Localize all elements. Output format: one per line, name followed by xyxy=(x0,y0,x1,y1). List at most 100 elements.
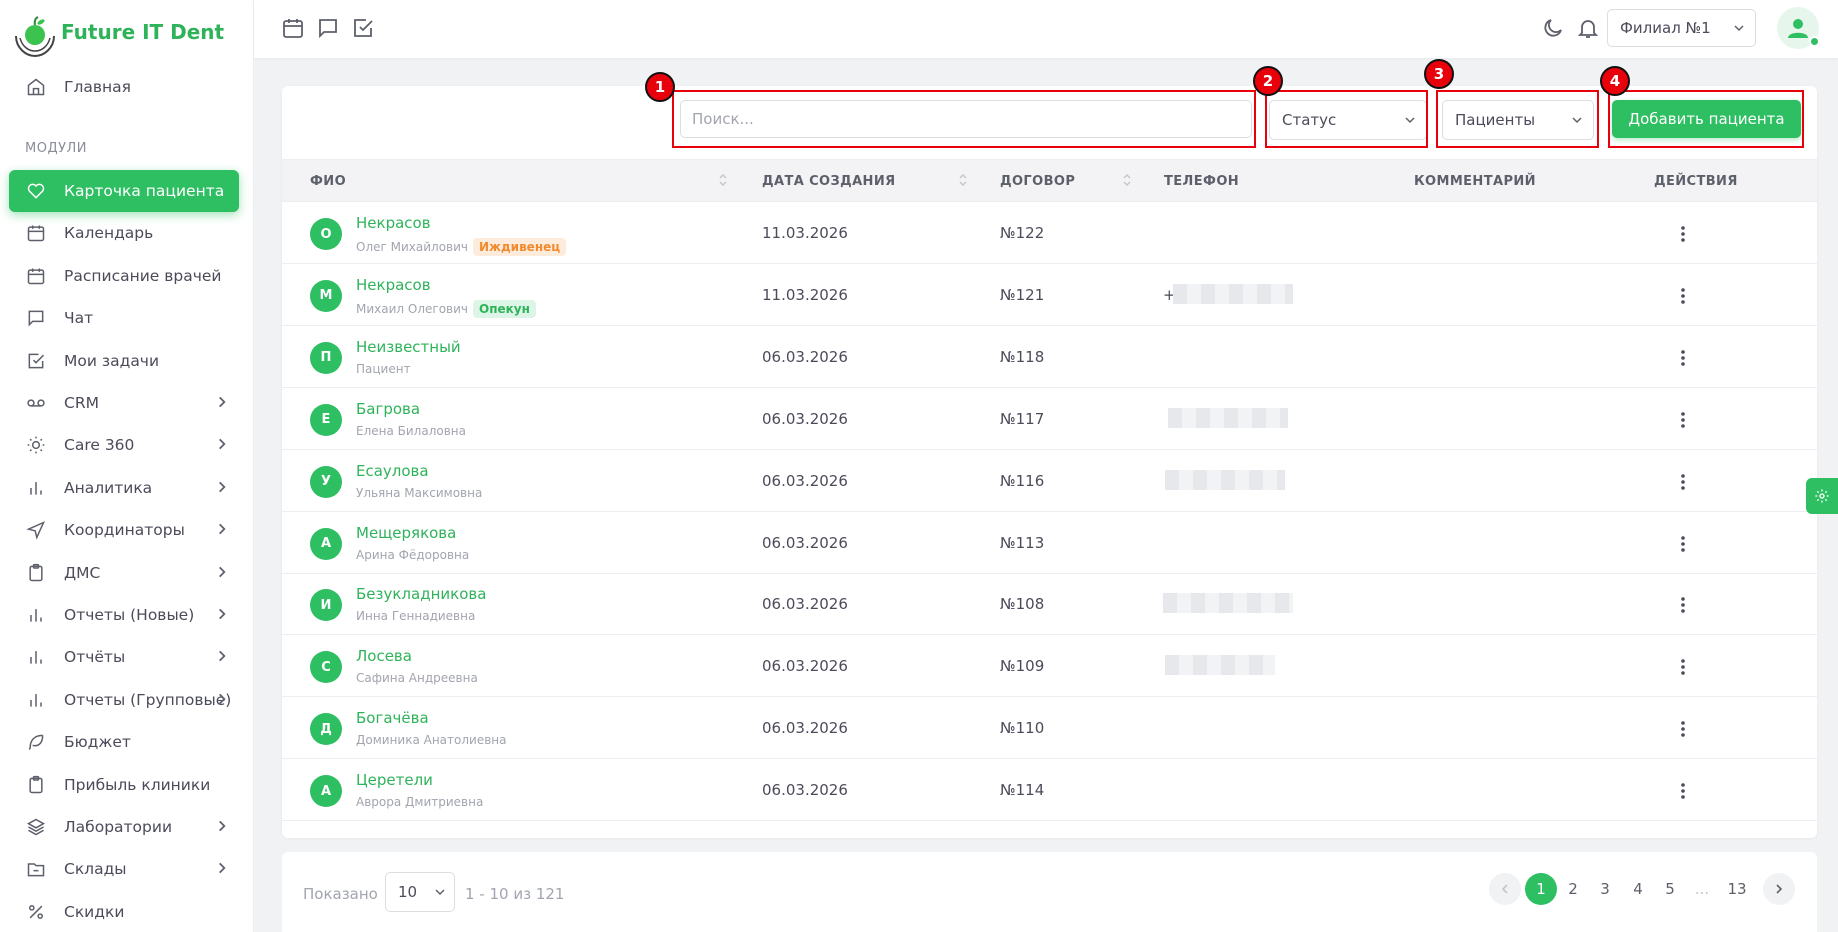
more-actions-icon[interactable] xyxy=(1680,595,1686,615)
patient-name-link[interactable]: Мещерякова xyxy=(356,524,456,542)
settings-tab[interactable] xyxy=(1806,478,1838,514)
logo[interactable] xyxy=(12,14,58,60)
more-actions-icon[interactable] xyxy=(1680,719,1686,739)
sidebar-item-14[interactable]: Прибыль клиники xyxy=(9,764,239,806)
patient-name-link[interactable]: Некрасов xyxy=(356,214,431,232)
created-date: 06.03.2026 xyxy=(762,533,848,552)
more-actions-icon[interactable] xyxy=(1680,286,1686,306)
patient-subtitle: Арина Фёдоровна xyxy=(356,548,469,562)
contract-number: №117 xyxy=(1000,409,1045,428)
sort-icon[interactable] xyxy=(1122,172,1132,188)
chevron-right-icon xyxy=(219,693,226,705)
sidebar-item-2[interactable]: Расписание врачей xyxy=(9,255,239,297)
patient-name-link[interactable]: Багрова xyxy=(356,400,420,418)
more-actions-icon[interactable] xyxy=(1680,348,1686,368)
next-page-button[interactable] xyxy=(1763,873,1795,905)
sidebar-item-4[interactable]: Мои задачи xyxy=(9,340,239,382)
shown-label: Показано xyxy=(303,885,378,903)
contract-number: №122 xyxy=(1000,224,1045,242)
table-row[interactable]: П Неизвестный Пациент 06.03.2026 №118 xyxy=(282,326,1817,388)
sidebar-item-0[interactable]: Карточка пациента xyxy=(9,170,239,212)
sidebar-item-1[interactable]: Календарь xyxy=(9,212,239,254)
created-date: 06.03.2026 xyxy=(762,471,848,490)
sidebar-item-5[interactable]: CRM xyxy=(9,382,239,424)
sort-icon[interactable] xyxy=(718,172,728,188)
patient-name-link[interactable]: Церетели xyxy=(356,771,433,789)
calendar-icon[interactable] xyxy=(281,16,305,40)
sidebar-item-13[interactable]: Бюджет xyxy=(9,721,239,763)
folder-icon xyxy=(25,858,47,880)
clipboard-icon xyxy=(25,562,47,584)
sidebar-item-11[interactable]: Отчёты xyxy=(9,636,239,678)
more-actions-icon[interactable] xyxy=(1680,224,1686,244)
patients-card: Статус Пациенты Добавить пациента 1 2 3 … xyxy=(282,59,1817,838)
more-actions-icon[interactable] xyxy=(1680,781,1686,801)
page-button-1[interactable]: 1 xyxy=(1525,873,1557,905)
feather-icon xyxy=(25,731,47,753)
column-header-name[interactable]: ФИО xyxy=(310,174,346,189)
table-row[interactable]: С Лосева Сафина Андреевна 06.03.2026 №109 xyxy=(282,635,1817,698)
table-row[interactable]: А Церетели Аврора Дмитриевна 06.03.2026 №114 xyxy=(282,759,1817,822)
page-button-5[interactable]: 5 xyxy=(1654,873,1686,905)
column-header-contract[interactable]: ДОГОВОР xyxy=(1000,174,1075,189)
page-button-4[interactable]: 4 xyxy=(1622,873,1654,905)
calendar-icon xyxy=(25,222,47,244)
created-date: 06.03.2026 xyxy=(762,781,848,800)
sidebar-item-8[interactable]: Координаторы xyxy=(9,509,239,551)
table-row[interactable]: Д Богачёва Доминика Анатолиевна 06.03.2026 №… xyxy=(282,697,1817,760)
sidebar-item-16[interactable]: Склады xyxy=(9,848,239,890)
sort-icon[interactable] xyxy=(958,172,968,188)
sidebar-item-15[interactable]: Лаборатории xyxy=(9,806,239,848)
chevron-right-icon xyxy=(219,863,226,874)
voicemail-icon xyxy=(25,392,47,414)
sidebar-item-10[interactable]: Отчеты (Новые) xyxy=(9,594,239,636)
checkbox-icon[interactable] xyxy=(351,16,375,40)
column-header-actions: ДЕЙСТВИЯ xyxy=(1654,174,1738,189)
more-actions-icon[interactable] xyxy=(1680,657,1686,677)
table-row[interactable]: Е Багрова Елена Билаловна 06.03.2026 №117 xyxy=(282,388,1817,450)
user-icon xyxy=(1788,19,1808,38)
sidebar-item-3[interactable]: Чат xyxy=(9,297,239,339)
table-row[interactable]: М Некрасов Михаил Олегович Опекун 11.03.2026… xyxy=(282,264,1817,326)
column-header-created[interactable]: ДАТА СОЗДАНИЯ xyxy=(762,174,896,189)
patient-name-link[interactable]: Неизвестный xyxy=(356,338,461,356)
more-actions-icon[interactable] xyxy=(1680,410,1686,430)
sidebar-item-label: Отчёты xyxy=(64,648,126,667)
sidebar-item-7[interactable]: Аналитика xyxy=(9,467,239,509)
moon-icon[interactable] xyxy=(1541,16,1565,40)
sidebar-item-label: ДМС xyxy=(64,563,101,582)
patient-name-link[interactable]: Богачёва xyxy=(356,709,429,727)
page-button-3[interactable]: 3 xyxy=(1589,873,1621,905)
more-actions-icon[interactable] xyxy=(1680,472,1686,492)
created-date: 06.03.2026 xyxy=(762,657,848,676)
sidebar-item-12[interactable]: Отчеты (Групповые) xyxy=(9,679,239,721)
home-icon xyxy=(25,76,47,98)
sidebar-item-9[interactable]: ДМС xyxy=(9,552,239,594)
patient-name-link[interactable]: Некрасов xyxy=(356,276,431,294)
patient-name-link[interactable]: Есаулова xyxy=(356,462,429,480)
sidebar-item-17[interactable]: Скидки xyxy=(9,891,239,932)
page-button-13[interactable]: 13 xyxy=(1721,873,1753,905)
sidebar-item-label: Склады xyxy=(64,860,127,879)
user-avatar[interactable] xyxy=(1777,7,1820,49)
avatar: А xyxy=(310,775,342,808)
chevron-right-icon xyxy=(219,439,226,450)
bell-icon[interactable] xyxy=(1576,16,1600,40)
more-actions-icon[interactable] xyxy=(1680,534,1686,554)
table-row[interactable]: О Некрасов Олег Михайлович Иждивенец 11.03.2… xyxy=(282,202,1817,264)
chat-icon[interactable] xyxy=(316,16,340,40)
patient-name-link[interactable]: Лосева xyxy=(356,647,412,665)
page-button-2[interactable]: 2 xyxy=(1557,873,1589,905)
prev-page-button[interactable] xyxy=(1489,873,1521,905)
patient-name-link[interactable]: Безукладникова xyxy=(356,585,486,603)
page-ellipsis: ... xyxy=(1694,880,1710,898)
nav-home[interactable]: Главная xyxy=(9,66,239,108)
table-row[interactable]: И Безукладникова Инна Геннадиевна 06.03.202… xyxy=(282,573,1817,636)
avatar: С xyxy=(310,651,342,684)
table-row[interactable]: А Мещерякова Арина Фёдоровна 06.03.2026 №113 xyxy=(282,512,1817,574)
sidebar-item-6[interactable]: Care 360 xyxy=(9,424,239,466)
table-row[interactable]: У Есаулова Ульяна Максимовна 06.03.2026 №116 xyxy=(282,450,1817,512)
blurred-phone xyxy=(1165,655,1275,676)
page-size-select[interactable]: 10 xyxy=(385,872,455,912)
branch-select[interactable]: Филиал №1 xyxy=(1607,9,1756,47)
